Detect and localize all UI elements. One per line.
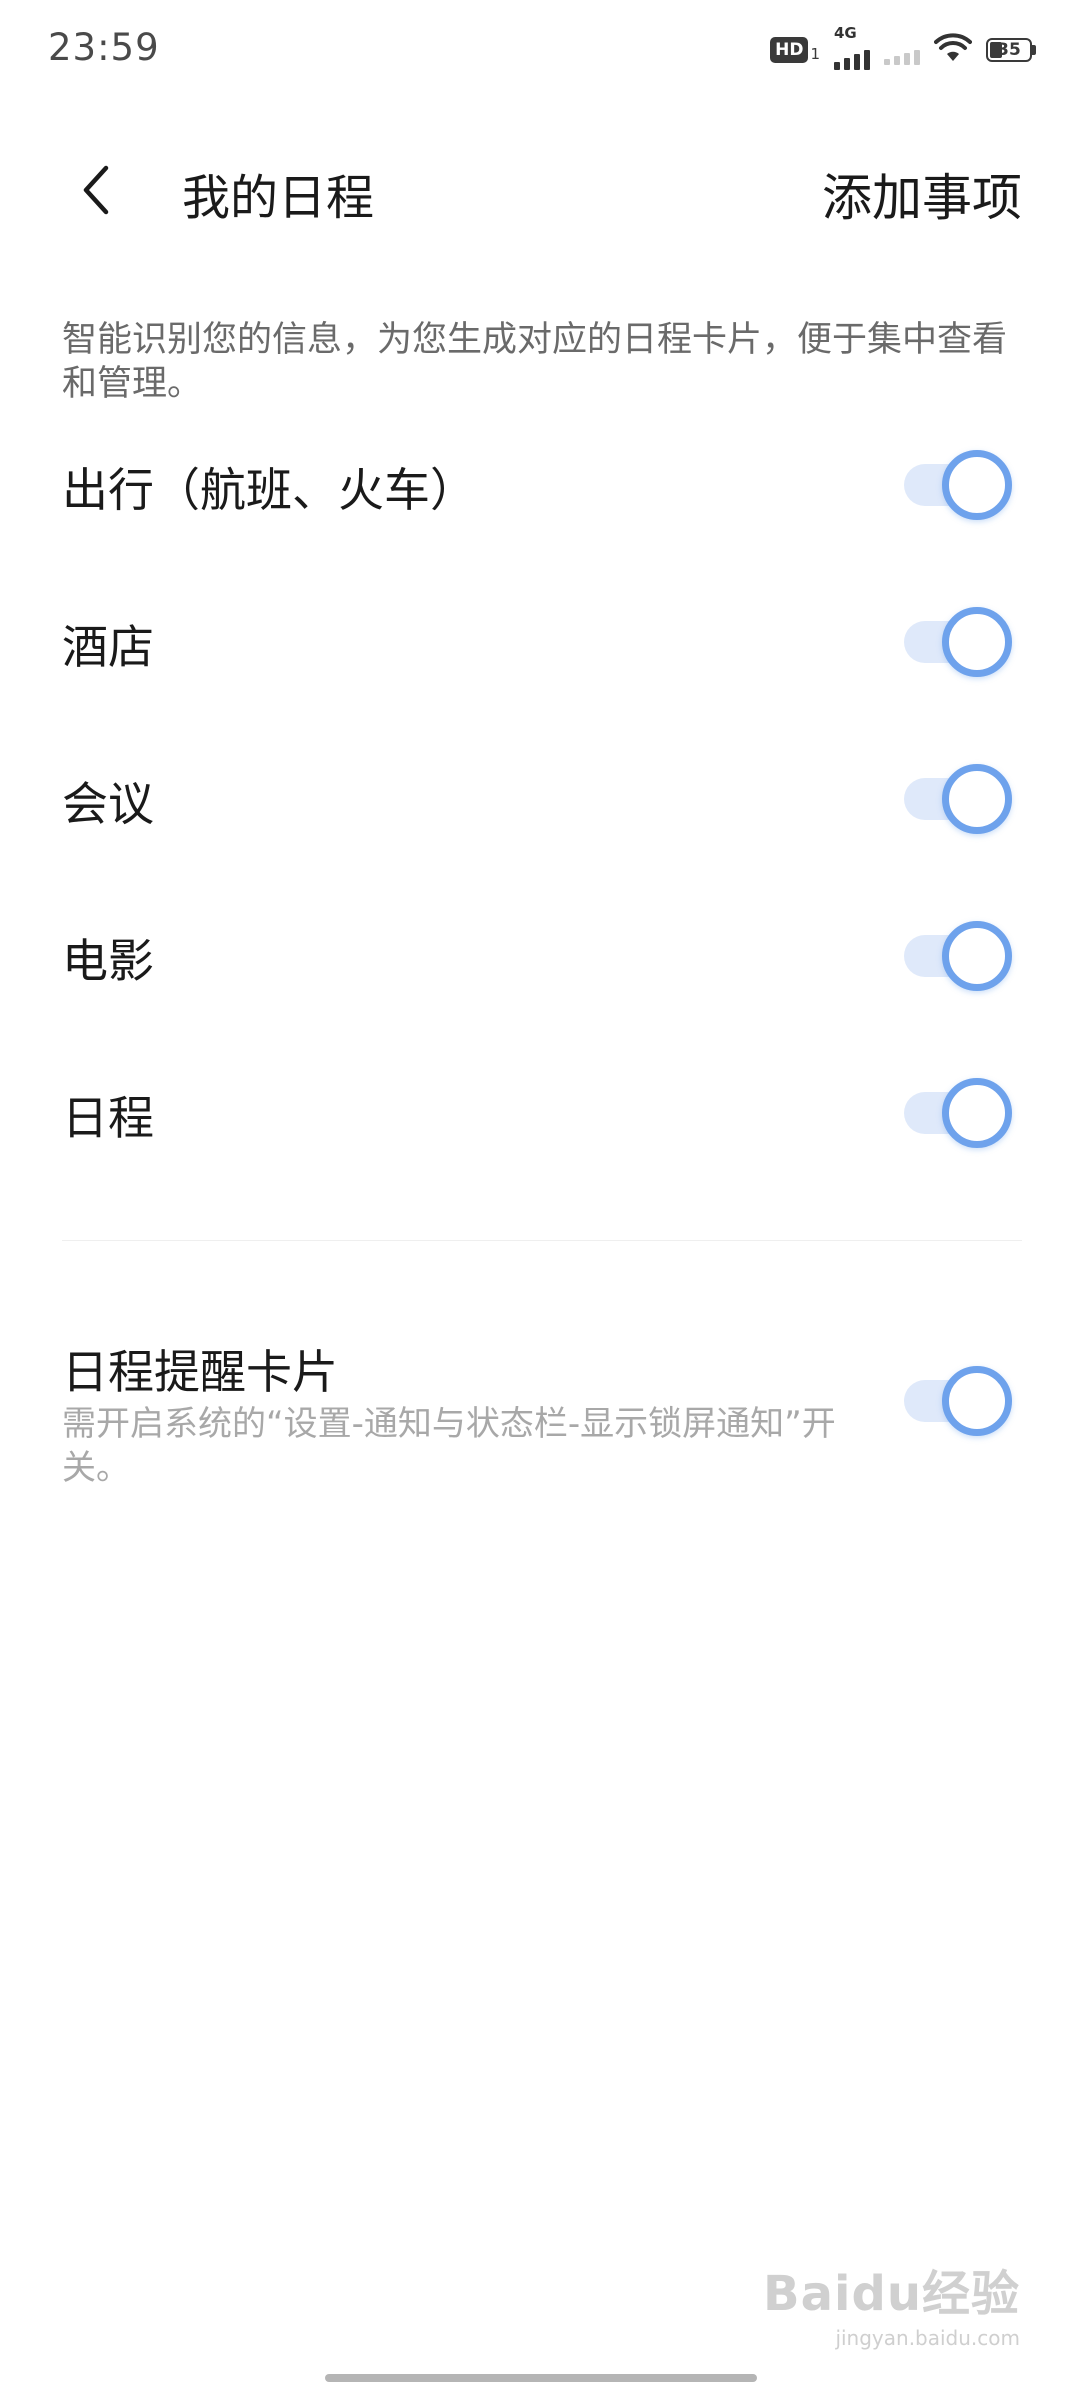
reminder-card-subtitle: 需开启系统的“设置-通知与状态栏-显示锁屏通知”开关。 (62, 1404, 836, 1488)
hd-volte-icon: HD 1 (770, 37, 820, 63)
header: 我的日程 添加事项 (0, 140, 1080, 240)
reminder-card-title: 日程提醒卡片 (62, 1345, 338, 1399)
hd-sub-label: 1 (810, 45, 820, 63)
battery-icon: 35 (986, 38, 1036, 62)
setting-row-travel[interactable]: 出行（航班、火车） (62, 430, 1018, 530)
network-type-label: 4G (834, 24, 857, 42)
setting-row-hotel[interactable]: 酒店 (62, 587, 1018, 687)
chevron-left-icon (83, 165, 109, 215)
toggle-switch-reminder-card[interactable] (892, 1366, 1012, 1436)
cellular-signal-2-icon (884, 35, 920, 65)
status-bar: 23:59 HD 1 4G 35 (0, 0, 1080, 100)
page-description: 智能识别您的信息，为您生成对应的日程卡片，便于集中查看和管理。 (62, 320, 1008, 404)
toggle-switch-schedule[interactable] (892, 1078, 1012, 1148)
wifi-icon (934, 33, 972, 67)
section-divider (62, 1240, 1022, 1241)
toggle-switch-meeting[interactable] (892, 764, 1012, 834)
battery-level: 35 (997, 40, 1021, 60)
page-title: 我的日程 (182, 170, 375, 226)
watermark-logo: Baidu经验 (763, 2266, 1020, 2322)
status-icons: HD 1 4G 35 (770, 24, 1036, 70)
back-button[interactable] (66, 160, 126, 220)
toggle-switch-travel[interactable] (892, 450, 1012, 520)
setting-row-schedule[interactable]: 日程 (62, 1058, 1018, 1158)
hd-label: HD (770, 37, 809, 63)
watermark-url: jingyan.baidu.com (835, 2326, 1020, 2350)
setting-row-reminder-card[interactable]: 日程提醒卡片 需开启系统的“设置-通知与状态栏-显示锁屏通知”开关。 (62, 1336, 1018, 1496)
setting-label: 会议 (62, 777, 154, 831)
setting-label: 电影 (62, 934, 154, 988)
setting-row-movie[interactable]: 电影 (62, 901, 1018, 1001)
setting-label: 酒店 (62, 620, 154, 674)
setting-label: 出行（航班、火车） (62, 463, 476, 517)
cellular-signal-icon: 4G (834, 24, 870, 70)
status-time: 23:59 (48, 26, 160, 69)
baidu-jingyan-watermark: Baidu经验 jingyan.baidu.com (763, 2254, 1020, 2350)
home-indicator[interactable] (325, 2374, 757, 2382)
setting-label: 日程 (62, 1091, 154, 1145)
toggle-switch-hotel[interactable] (892, 607, 1012, 677)
toggle-switch-movie[interactable] (892, 921, 1012, 991)
setting-row-meeting[interactable]: 会议 (62, 744, 1018, 844)
add-item-button[interactable]: 添加事项 (822, 158, 1022, 230)
